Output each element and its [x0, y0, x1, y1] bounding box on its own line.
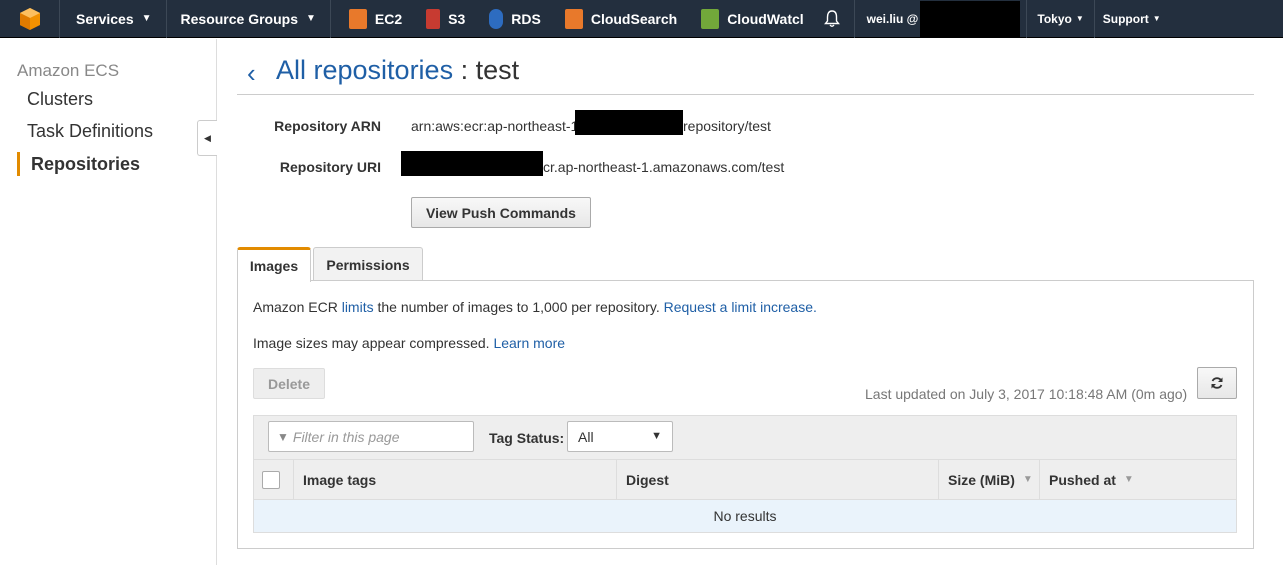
chevron-down-icon: ▼: [651, 430, 662, 442]
tag-status-label: Tag Status:: [489, 430, 565, 446]
shortcut-label: CloudSearch: [590, 10, 678, 27]
redacted-account-mask: [920, 0, 1021, 37]
services-label: Services: [76, 10, 134, 27]
notifications-bell[interactable]: [816, 0, 855, 38]
page-title: All repositories : test: [276, 55, 519, 86]
repository-uri-suffix: cr.ap-northeast-1.amazonaws.com/test: [543, 159, 785, 175]
compressed-info-text: Image sizes may appear compressed. Learn…: [253, 335, 565, 351]
filter-icon: ▼: [277, 429, 289, 444]
filter-input[interactable]: ▼ Filter in this page: [268, 421, 474, 452]
repository-arn-label: Repository ARN: [274, 118, 381, 134]
chevron-down-icon: ▼: [1152, 14, 1161, 23]
filter-placeholder: Filter in this page: [292, 428, 400, 445]
rds-icon: [489, 8, 504, 29]
tag-status-select[interactable]: All ▼: [567, 421, 673, 452]
column-pushed-at-label: Pushed at: [1049, 471, 1116, 488]
repository-arn-prefix: arn:aws:ecr:ap-northeast-1: [411, 118, 579, 134]
redacted-account-mask: [575, 110, 683, 135]
shortcut-rds[interactable]: RDS: [477, 0, 553, 38]
column-image-tags[interactable]: Image tags: [294, 460, 617, 499]
table-empty-row: No results: [253, 500, 1237, 533]
support-menu[interactable]: Support ▼: [1095, 0, 1169, 38]
delete-button[interactable]: Delete: [253, 368, 325, 399]
info-text: Image sizes may appear compressed.: [253, 335, 494, 351]
cloudsearch-icon: [564, 8, 583, 29]
tab-permissions[interactable]: Permissions: [313, 247, 423, 281]
account-menu[interactable]: wei.liu @: [855, 0, 1028, 38]
tag-status-value: All: [578, 428, 594, 445]
view-push-commands-button[interactable]: View Push Commands: [411, 197, 591, 228]
region-label: Tokyo: [1037, 11, 1072, 26]
region-menu[interactable]: Tokyo ▼: [1027, 0, 1095, 38]
aws-logo-icon[interactable]: [0, 0, 60, 38]
column-digest[interactable]: Digest: [617, 460, 939, 499]
column-pushed-at[interactable]: Pushed at ▼: [1040, 460, 1236, 499]
all-repositories-link[interactable]: All repositories: [276, 55, 453, 85]
collapse-sidebar-button[interactable]: ◀: [197, 120, 217, 156]
limits-link[interactable]: limits: [342, 299, 374, 315]
column-size-label: Size (MiB): [948, 471, 1015, 488]
ec2-icon: [348, 8, 367, 29]
support-label: Support: [1102, 11, 1149, 26]
sidebar-title[interactable]: Amazon ECS: [17, 61, 119, 81]
back-chevron-icon[interactable]: ‹: [247, 58, 256, 89]
tab-images[interactable]: Images: [237, 247, 311, 282]
resource-groups-menu[interactable]: Resource Groups ▼: [167, 0, 331, 38]
sidebar: Amazon ECS Clusters Task Definitions Rep…: [0, 39, 217, 565]
limit-info-text: Amazon ECR limits the number of images t…: [253, 299, 817, 315]
sort-icon: ▼: [1022, 474, 1033, 485]
chevron-down-icon: ▼: [1075, 14, 1084, 23]
sidebar-item-clusters[interactable]: Clusters: [27, 89, 93, 110]
shortcut-label: RDS: [511, 10, 541, 27]
shortcut-cloudwatch[interactable]: CloudWatcl: [689, 0, 815, 38]
info-text: the number of images to 1,000 per reposi…: [373, 299, 664, 315]
redacted-account-mask: [401, 151, 543, 176]
title-divider: [237, 94, 1254, 95]
resource-groups-label: Resource Groups: [180, 10, 298, 27]
refresh-icon: [1211, 377, 1223, 389]
shortcut-label: CloudWatcl: [727, 10, 804, 27]
top-navigation-bar: Services ▼ Resource Groups ▼ EC2 S3 RDS …: [0, 0, 1283, 38]
caret-left-icon: ◀: [204, 132, 211, 143]
shortcut-s3[interactable]: S3: [414, 0, 477, 38]
refresh-button[interactable]: [1197, 367, 1237, 399]
account-user: wei.liu @: [866, 11, 919, 26]
sort-icon: ▼: [1123, 474, 1134, 485]
repository-name: test: [475, 55, 520, 85]
repository-arn-suffix: repository/test: [683, 118, 771, 134]
shortcut-ec2[interactable]: EC2: [331, 0, 414, 38]
info-text: Amazon ECR: [253, 299, 342, 315]
title-separator: :: [453, 55, 476, 85]
services-menu[interactable]: Services ▼: [60, 0, 167, 38]
shortcut-label: S3: [448, 10, 466, 27]
select-all-cell: [254, 460, 294, 499]
shortcut-label: EC2: [374, 10, 403, 27]
column-size[interactable]: Size (MiB) ▼: [939, 460, 1040, 499]
select-all-checkbox[interactable]: [262, 470, 280, 489]
chevron-down-icon: ▼: [141, 13, 152, 24]
learn-more-link[interactable]: Learn more: [493, 335, 565, 351]
s3-icon: [426, 8, 441, 29]
repository-uri-label: Repository URI: [279, 159, 381, 175]
bell-icon: [823, 9, 840, 27]
last-updated-text: Last updated on July 3, 2017 10:18:48 AM…: [865, 386, 1188, 402]
cloudwatch-icon: [701, 8, 720, 29]
chevron-down-icon: ▼: [306, 13, 316, 24]
request-limit-increase-link[interactable]: Request a limit increase.: [664, 299, 817, 315]
sidebar-item-repositories[interactable]: Repositories: [17, 152, 140, 176]
sidebar-item-task-definitions[interactable]: Task Definitions: [27, 121, 153, 142]
table-header: Image tags Digest Size (MiB) ▼ Pushed at…: [253, 459, 1237, 500]
shortcut-cloudsearch[interactable]: CloudSearch: [553, 0, 689, 38]
